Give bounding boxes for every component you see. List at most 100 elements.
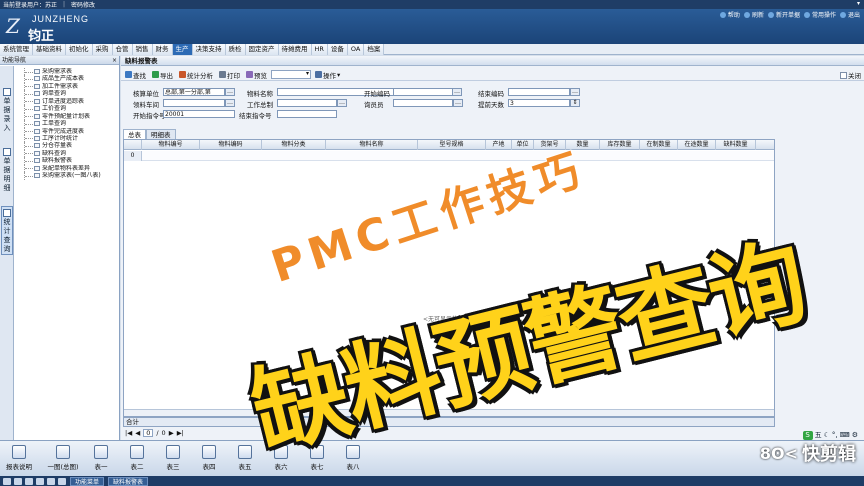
common-actions-button[interactable]: 常用操作: [803, 10, 836, 19]
vtab-doc-detail[interactable]: 单据明细: [1, 146, 13, 193]
start-code-field[interactable]: [393, 88, 453, 96]
keyboard-icon[interactable]: ⌨: [840, 431, 850, 439]
table-row[interactable]: [142, 151, 774, 161]
print-button[interactable]: 打印: [217, 69, 242, 80]
exit-button[interactable]: 退出: [839, 10, 860, 19]
find-button[interactable]: 查找: [123, 69, 148, 80]
close-report-button[interactable]: 关闭: [840, 70, 861, 80]
tree-item[interactable]: 缺料报警表: [16, 157, 119, 165]
ime-logo-icon[interactable]: S: [802, 430, 813, 440]
menu-archive[interactable]: 档案: [364, 44, 385, 55]
tree-item[interactable]: 采配单物料表差异: [16, 164, 119, 173]
workshop-picker-button[interactable]: …: [225, 99, 235, 107]
browser-icon[interactable]: [25, 477, 33, 485]
operations-button[interactable]: 操作 ▾: [313, 69, 342, 80]
taskbar-shortage-report[interactable]: 缺料报警表: [108, 476, 149, 486]
close-icon[interactable]: ×: [112, 56, 117, 65]
help-button[interactable]: 帮助: [719, 10, 740, 19]
advance-days-stepper[interactable]: ⇕: [570, 99, 580, 107]
tree-item[interactable]: 询单查询: [16, 90, 119, 98]
tab-summary[interactable]: 总表: [123, 129, 146, 139]
preview-button[interactable]: 预览: [244, 69, 269, 80]
tab-detail[interactable]: 明细表: [146, 129, 176, 139]
tree-item[interactable]: 零件预配量计划表: [16, 112, 119, 121]
col-material-category[interactable]: 物料分类: [262, 140, 326, 150]
menu-equipment[interactable]: 设备: [327, 44, 348, 55]
page-current[interactable]: 0: [143, 429, 154, 437]
tree-item[interactable]: 零件完成进度表: [16, 127, 119, 135]
shortcut-table-5[interactable]: 表五: [228, 445, 262, 471]
start-order-field[interactable]: 20001: [163, 110, 235, 118]
shortcut-table-4[interactable]: 表四: [192, 445, 226, 471]
menu-prepaid[interactable]: 待摊费用: [278, 44, 312, 55]
folder-icon[interactable]: [14, 477, 22, 485]
col-material-name[interactable]: 物料名称: [326, 140, 418, 150]
col-spec[interactable]: 型号规格: [418, 140, 486, 150]
workorder-picker-button[interactable]: …: [337, 99, 347, 107]
col-shortage-qty[interactable]: 缺料数量: [716, 140, 756, 150]
print-template-select[interactable]: [271, 70, 311, 79]
col-stock-qty[interactable]: 库存数量: [600, 140, 640, 150]
shortcut-table-2[interactable]: 表二: [120, 445, 154, 471]
menu-hr[interactable]: HR: [311, 44, 328, 55]
refresh-button[interactable]: 刷新: [743, 10, 764, 19]
menu-purchase[interactable]: 采购: [92, 44, 113, 55]
tree-item[interactable]: 工单查询: [16, 120, 119, 128]
password-change-link[interactable]: 密码修改: [71, 0, 95, 9]
punctuation-icon[interactable]: °,: [832, 431, 838, 439]
last-page-button[interactable]: ▶|: [177, 429, 184, 437]
menu-warehouse[interactable]: 仓管: [112, 44, 133, 55]
tree-item[interactable]: 加工件需求表: [16, 82, 119, 91]
prev-page-button[interactable]: ◀: [135, 429, 140, 437]
col-wip-qty[interactable]: 在制数量: [640, 140, 678, 150]
tree-item[interactable]: 分仓存量表: [16, 142, 119, 150]
menu-fixed-assets[interactable]: 固定资产: [245, 44, 279, 55]
end-code-field[interactable]: [508, 88, 570, 96]
first-page-button[interactable]: |◀: [125, 429, 132, 437]
vtab-doc-entry[interactable]: 单据录入: [1, 86, 13, 133]
tree-item[interactable]: 采购需求表(一图八表): [16, 172, 119, 180]
tree-item[interactable]: 采购需求表: [16, 68, 119, 76]
start-icon[interactable]: [3, 477, 11, 485]
app-icon[interactable]: [47, 477, 55, 485]
app-icon[interactable]: [36, 477, 44, 485]
stats-button[interactable]: 统计分析: [177, 69, 215, 80]
buyer-picker-button[interactable]: …: [453, 99, 463, 107]
col-material-no[interactable]: 物料编号: [142, 140, 200, 150]
shortcut-table-1[interactable]: 表一: [84, 445, 118, 471]
menu-base-data[interactable]: 基础资料: [33, 44, 66, 55]
dept-field[interactable]: 总部,第一分部,第: [163, 88, 225, 96]
material-picker-button[interactable]: …: [452, 88, 462, 96]
menu-production[interactable]: 生产: [172, 44, 193, 55]
end-code-picker-button[interactable]: …: [570, 88, 580, 96]
menu-decision[interactable]: 决策支持: [192, 44, 226, 55]
menu-finance[interactable]: 财务: [152, 44, 173, 55]
export-button[interactable]: 导出: [150, 69, 175, 80]
end-order-field[interactable]: [277, 110, 337, 118]
settings-icon[interactable]: ⚙: [852, 431, 858, 439]
shortcut-table-3[interactable]: 表三: [156, 445, 190, 471]
tree-item[interactable]: 工价查询: [16, 105, 119, 113]
menu-init[interactable]: 初始化: [66, 44, 93, 55]
workshop-field[interactable]: [163, 99, 225, 107]
advance-days-field[interactable]: 3: [508, 99, 570, 107]
menu-oa[interactable]: OA: [347, 44, 365, 55]
tree-item[interactable]: 订单进度追踪表: [16, 97, 119, 106]
workorder-field[interactable]: [277, 99, 337, 107]
title-close-icon[interactable]: ▾: [857, 0, 860, 7]
next-page-button[interactable]: ▶: [169, 429, 174, 437]
col-origin[interactable]: 产地: [486, 140, 512, 150]
taskbar-function-menu[interactable]: 功能菜单: [70, 476, 105, 486]
menu-qc[interactable]: 质检: [225, 44, 246, 55]
ime-mode[interactable]: 五: [815, 430, 822, 440]
tree-item[interactable]: 缺料查询: [16, 149, 119, 158]
col-transit-qty[interactable]: 在途数量: [678, 140, 716, 150]
moon-icon[interactable]: ☾: [824, 431, 830, 439]
app-icon[interactable]: [58, 477, 66, 485]
vtab-stats-query[interactable]: 统计查询: [1, 206, 13, 255]
new-document-button[interactable]: 新开单据: [767, 10, 800, 19]
tree-item[interactable]: 成品生产成本表: [16, 75, 119, 83]
menu-sales[interactable]: 销售: [132, 44, 153, 55]
col-material-code[interactable]: 物料编码: [200, 140, 262, 150]
tree-item[interactable]: 工序计时统计: [16, 134, 119, 143]
